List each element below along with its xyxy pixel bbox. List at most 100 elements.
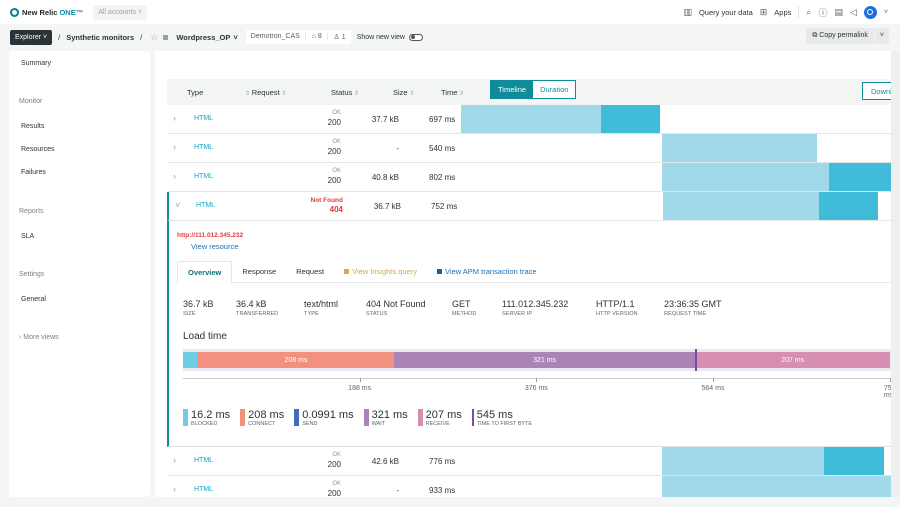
table-row[interactable]: › HTML OK 200 37.7 kB 697 ms — [167, 105, 891, 134]
apps-grid-icon: ⊞ — [759, 6, 768, 17]
legend-receive: 207 ms RECEIVE — [417, 409, 462, 427]
apps-link[interactable]: Apps — [774, 8, 791, 17]
resources-panel: Type ⇕ Request ⇕ Status ⇕ Size ⇕ Time ⇕ … — [155, 51, 891, 497]
help-icon[interactable]: ⓘ — [818, 6, 827, 19]
resource-detail-panel: http://111.012.345.232 View resource Ove… — [167, 221, 891, 447]
account-picker[interactable]: All accounts ˅ — [93, 4, 147, 20]
explorer-label: Explorer — [15, 33, 42, 41]
column-header-type[interactable]: Type — [187, 88, 203, 97]
duration-toggle[interactable]: Duration — [533, 81, 576, 98]
sidebar-item-sla[interactable]: SLA — [21, 233, 34, 240]
chevron-down-icon[interactable]: ˅ — [175, 200, 180, 210]
sidebar-heading-settings: Settings — [19, 271, 45, 278]
logo-icon — [10, 7, 19, 17]
timeline-bar-wait — [461, 105, 601, 133]
sidebar-item-general[interactable]: General — [21, 296, 46, 303]
legend-blocked: 16.2 ms BLOCKED — [183, 409, 230, 427]
row-type[interactable]: HTML — [194, 457, 213, 464]
table-row[interactable]: › HTML OK 200 - 540 ms — [167, 134, 891, 163]
entity-name[interactable]: Wordpress_OP — [176, 33, 230, 42]
chevron-right-icon[interactable]: › — [173, 142, 176, 152]
explorer-button[interactable]: Explorer ˅ — [10, 29, 53, 45]
axis-tick-label: 188 ms — [348, 385, 372, 392]
account-name[interactable]: Demotron_CAS — [251, 33, 300, 41]
chevron-right-icon[interactable]: › — [173, 455, 176, 465]
sidebar-more-views[interactable]: › More views — [19, 334, 59, 341]
apm-icon — [436, 269, 442, 274]
alert-icon: ♙ — [333, 34, 342, 41]
row-size: 42.6 kB — [371, 457, 399, 466]
load-time-legend: 16.2 ms BLOCKED 208 ms CONNECT 0.0991 ms SE… — [183, 409, 532, 427]
view-apm-trace-link[interactable]: View APM transaction trace — [427, 261, 547, 282]
new-relic-logo[interactable]: New Relic ONE™ — [10, 7, 83, 17]
row-status: OK 200 — [327, 452, 341, 469]
download-button[interactable]: Download — [862, 82, 891, 100]
breadcrumb-separator: / — [140, 32, 143, 42]
new-view-toggle[interactable]: Show new view — [357, 33, 423, 41]
announcements-icon[interactable]: ◁ — [850, 7, 857, 18]
column-header-request[interactable]: ⇕ Request ⇕ — [245, 88, 286, 97]
feedback-icon[interactable]: ▤ — [834, 7, 843, 18]
ttfb-marker — [695, 349, 698, 371]
breadcrumb-bar: Explorer ˅ / Synthetic monitors / ☆ Word… — [0, 24, 900, 50]
view-resource-link[interactable]: View resource — [191, 242, 238, 251]
breadcrumb-synthetic-monitors[interactable]: Synthetic monitors — [66, 33, 134, 42]
chart-icon: ▥ — [683, 6, 692, 17]
column-header-status[interactable]: Status ⇕ — [331, 88, 359, 97]
sidebar-item-resources[interactable]: Resources — [21, 146, 54, 153]
load-segment-connect: 208 ms — [198, 352, 394, 368]
timeline-bar-receive — [819, 192, 878, 220]
row-size: 40.8 kB — [371, 173, 399, 182]
row-type[interactable]: HTML — [194, 144, 213, 151]
table-row-expanded[interactable]: ˅ HTML Not Found 404 36.7 kB 752 ms — [167, 192, 891, 221]
load-time-bar: 208 ms 321 ms 207 ms — [183, 349, 891, 371]
row-size: - — [396, 144, 399, 153]
detail-tabs: Overview Response Request View Insights … — [177, 260, 891, 284]
chevron-right-icon[interactable]: › — [173, 171, 176, 181]
row-type[interactable]: HTML — [194, 486, 213, 493]
row-type[interactable]: HTML — [196, 202, 215, 209]
query-your-data-link[interactable]: Query your data — [699, 8, 753, 17]
row-type[interactable]: HTML — [194, 173, 213, 180]
sort-icon: ⇕ — [245, 91, 252, 97]
toggle-switch[interactable] — [408, 33, 423, 41]
load-segment-receive: 207 ms — [695, 352, 890, 368]
chevron-right-icon[interactable]: › — [173, 484, 176, 494]
sidebar-item-results[interactable]: Results — [21, 123, 44, 130]
tab-response[interactable]: Response — [232, 261, 286, 282]
timeline-bar-wait — [663, 192, 819, 220]
page-scrollbar[interactable] — [891, 51, 900, 497]
permalink-group: ⧉ Copy permalink ˅ — [806, 28, 889, 44]
search-icon[interactable]: ⌕ — [806, 7, 811, 18]
table-row[interactable]: › HTML OK 200 42.6 kB 776 ms — [167, 447, 891, 476]
tab-request[interactable]: Request — [286, 261, 334, 282]
view-insights-query-link[interactable]: View Insights query — [334, 261, 427, 282]
sidebar-item-summary[interactable]: Summary — [21, 60, 51, 67]
fact-request-time: 23:36:35 GMT REQUEST TIME — [664, 299, 722, 317]
star-icon[interactable]: ☆ — [150, 32, 158, 43]
table-row[interactable]: › HTML OK 200 - 933 ms — [167, 476, 891, 497]
brand-name: New Relic — [22, 7, 58, 17]
tab-overview[interactable]: Overview — [177, 260, 233, 284]
alerts-count[interactable]: ♙ 1 — [334, 33, 346, 41]
chevron-right-icon[interactable]: › — [173, 113, 176, 123]
row-time: 697 ms — [429, 115, 456, 124]
row-status: OK 200 — [327, 168, 341, 185]
column-header-size[interactable]: Size ⇕ — [393, 88, 414, 97]
table-row[interactable]: › HTML OK 200 40.8 kB 802 ms — [167, 163, 891, 192]
chevron-down-icon[interactable]: ˅ — [884, 9, 888, 16]
column-header-time[interactable]: Time ⇕ — [441, 88, 464, 97]
copy-permalink-button[interactable]: ⧉ Copy permalink — [806, 28, 874, 44]
timeline-bar-receive — [829, 163, 891, 191]
row-size: 37.7 kB — [371, 115, 399, 124]
sidebar-item-failures[interactable]: Failures — [21, 169, 46, 176]
permalink-dropdown-button[interactable]: ˅ — [874, 28, 889, 44]
chevron-down-icon[interactable]: ˅ — [233, 33, 237, 42]
timeline-toggle[interactable]: Timeline — [491, 81, 534, 98]
fact-http-version: HTTP/1.1 HTTP VERSION — [596, 299, 638, 317]
row-type[interactable]: HTML — [194, 115, 213, 122]
legend-swatch — [294, 409, 300, 426]
user-avatar[interactable] — [863, 5, 877, 19]
tags-count[interactable]: ⌂ 8 — [312, 33, 322, 41]
sort-icon: ⇕ — [457, 91, 465, 97]
